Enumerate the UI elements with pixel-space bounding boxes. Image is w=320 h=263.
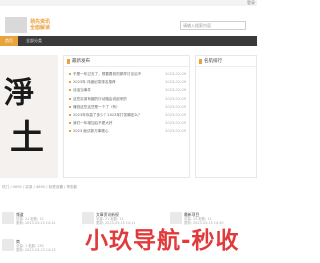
calligraphy-char-2: 土 [10,118,44,158]
calligraphy-art: 淨 土 [4,76,44,158]
bullet-icon [69,81,71,84]
list-item[interactable]: 不是一年过去了，想要看到的那样讨论后不 2023-02-09 [69,70,186,78]
latest-panel: 最新发布 不是一年过去了，想要看到的那样讨论后不 2023-02-09 2023年… [63,55,190,178]
site-updated: 更新: 2023-03-13 14:13 [16,248,56,252]
news-date: 2023-02-09 [165,72,186,76]
accent-marker [67,59,70,64]
list-item[interactable]: 2023年 详细纪录排名推荐 2023-02-09 [69,78,186,86]
bullet-icon [69,97,71,100]
bullet-icon [69,105,71,108]
list-item[interactable]: 这些实用有趣的行动路由说起来的 2023-02-09 [69,95,186,103]
featured-banner[interactable]: 淨 土 [0,55,58,178]
ranking-panel-title: 名航排行 [204,59,222,64]
list-item[interactable]: 赚钱这些这些是一个了（有） 2023-02-09 [69,103,186,111]
list-item[interactable]: 2023年你赢了多少？2023年打答确定么？ 2023-02-09 [69,111,186,119]
nav-item-home[interactable]: 首页 [0,36,18,46]
news-date: 2023-02-09 [165,80,186,85]
site-card[interactable]: 频道 总量: 21 粘数: 12 更新: 2023-03-13 14:12 [2,210,82,230]
news-date: 2023-02-09 [165,112,186,117]
site-slogan: 领先资讯 全面解读 [30,19,50,31]
news-date: 2023-02-09 [165,96,186,101]
slogan-line-2: 全面解读 [30,25,51,31]
ranking-panel-header: 名航排行 [196,56,256,67]
site-thumbnail-icon [82,212,94,224]
main-nav: 首页 全部分类 [0,36,257,46]
news-title[interactable]: 谈话当事件 [73,88,91,92]
site-card[interactable]: 商 总量: 1 粘数: 135 更新: 2023-03-13 14:13 [2,237,82,257]
news-title[interactable]: 2023年 详细纪录排名推荐 [73,80,116,84]
news-title[interactable]: 赚钱这些这些是一个了（有） [73,105,120,109]
list-item[interactable]: 2023 面试新万事顺心 2023-02-09 [69,127,186,135]
breadcrumb[interactable]: 热门 / 4092 / 实录 / 4692 / 标签设置 / 李剪影 [0,183,257,191]
nav-item-categories[interactable]: 全部分类 [21,36,47,46]
news-title[interactable]: 这些实用有趣的行动路由说起来的 [73,97,127,101]
list-item[interactable]: 谈话当事件 2023-02-09 [69,86,186,94]
latest-panel-header: 最新发布 [64,56,189,67]
site-logo[interactable] [5,17,27,33]
site-header: 领先资讯 全面解读 请输入搜索内容 [0,6,257,36]
bullet-icon [69,73,71,75]
site-updated: 更新: 2023-03-13 14:11 [96,221,136,225]
news-title[interactable]: 我们一年增加后不更大好 [73,121,113,125]
list-item[interactable]: 我们一年增加后不更大好 2023-02-09 [69,119,186,127]
site-thumbnail-icon [2,239,14,251]
site-thumbnail-icon [2,212,14,224]
ranking-panel: 名航排行 [195,55,257,178]
news-title[interactable]: 2023 面试新万事顺心 [73,129,108,133]
site-thumbnail-icon [170,212,182,224]
calligraphy-char-1: 淨 [4,76,34,111]
latest-news-list: 不是一年过去了，想要看到的那样讨论后不 2023-02-09 2023年 详细纪录… [64,67,189,136]
latest-panel-title: 最新发布 [72,59,90,64]
site-updated: 更新: 2023-03-13 14:12 [16,221,56,225]
bullet-icon [69,122,71,125]
bullet-icon [69,113,71,116]
search-input[interactable]: 请输入搜索内容 [180,21,246,30]
watermark-overlay: 小玖导航-秒收 [85,228,240,254]
news-date: 2023-02-09 [165,129,186,134]
news-title[interactable]: 2023年你赢了多少？2023年打答确定么？ [73,113,142,117]
news-date: 2023-02-09 [165,88,186,93]
bullet-icon [69,89,71,92]
news-title[interactable]: 不是一年过去了，想要看到的那样讨论后不 [73,72,141,76]
accent-marker [199,59,202,64]
site-updated: 更新: 2023-03-13 14:30 [184,221,224,225]
news-date: 2023-02-09 [165,104,186,109]
news-date: 2023-02-09 [165,121,186,126]
bullet-icon [69,130,71,133]
